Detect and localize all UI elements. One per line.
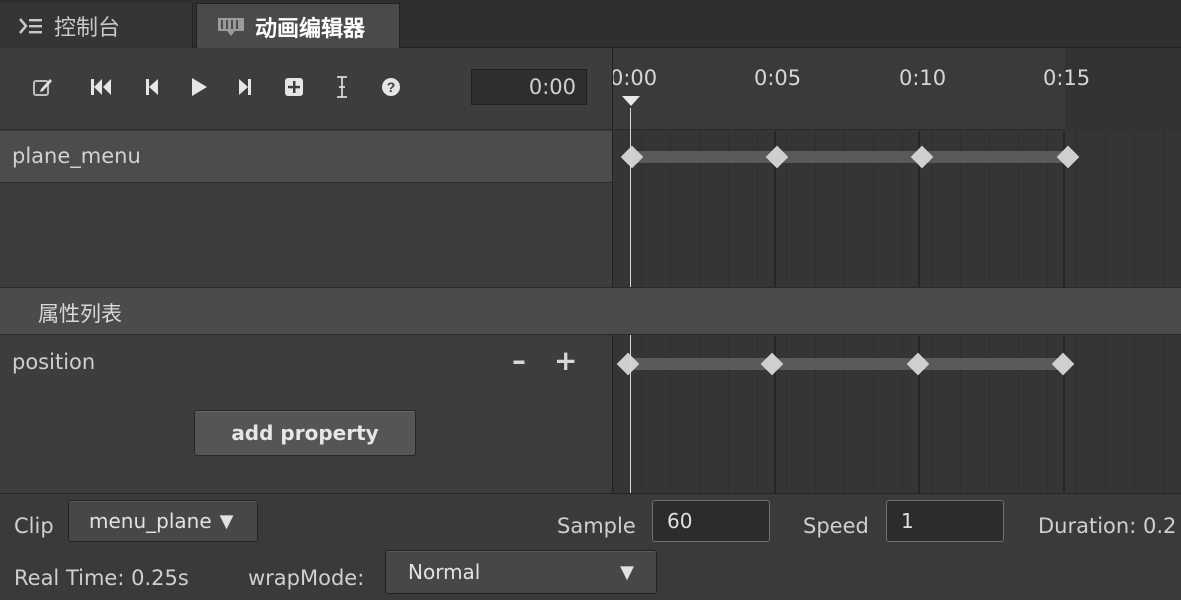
tab-animation-editor[interactable]: 动画编辑器 xyxy=(196,3,400,49)
remove-keyframe-button[interactable]: – xyxy=(512,344,526,377)
timeline-area[interactable]: 0:00 0:05 0:10 0:15 xyxy=(612,48,1181,493)
property-item-position[interactable]: position xyxy=(12,350,95,374)
tab-animation-editor-label: 动画编辑器 xyxy=(255,16,366,42)
add-keyframe-button[interactable] xyxy=(279,74,309,104)
tick-label: 0:05 xyxy=(754,66,802,90)
step-back-button[interactable] xyxy=(137,74,167,104)
console-icon xyxy=(18,17,44,35)
help-button[interactable]: ? xyxy=(376,74,406,104)
play-icon xyxy=(189,77,209,101)
node-list-empty-area xyxy=(0,183,612,286)
tab-console-label: 控制台 xyxy=(54,15,121,41)
svg-text:?: ? xyxy=(387,79,396,95)
step-forward-icon xyxy=(236,77,254,101)
tick-label: 0:15 xyxy=(1043,66,1091,90)
film-icon xyxy=(217,17,245,37)
node-row-plane-menu[interactable]: plane_menu xyxy=(0,131,612,183)
text-cursor-icon xyxy=(335,75,349,103)
edit-button[interactable] xyxy=(28,74,58,104)
property-track xyxy=(613,336,1181,493)
duration-label: Duration: 0.2 xyxy=(1038,514,1177,538)
step-back-icon xyxy=(143,77,161,101)
node-label: plane_menu xyxy=(12,144,141,168)
step-forward-button[interactable] xyxy=(230,74,260,104)
dropdown-arrow-icon: ▼ xyxy=(219,510,234,532)
wrapmode-label: wrapMode: xyxy=(248,566,365,590)
playhead-handle[interactable] xyxy=(622,96,640,106)
property-list-header: 属性列表 xyxy=(0,287,1181,335)
clip-select-value: menu_plane xyxy=(89,509,212,533)
keyframe-span xyxy=(628,358,1065,370)
play-button[interactable] xyxy=(184,74,214,104)
sample-label: Sample xyxy=(557,514,636,538)
clip-label: Clip xyxy=(14,514,54,538)
tab-console[interactable]: 控制台 xyxy=(0,3,193,48)
property-list-title: 属性列表 xyxy=(38,302,122,326)
clip-select[interactable]: menu_plane ▼ xyxy=(68,500,258,542)
speed-input[interactable]: 1 xyxy=(886,500,1004,542)
edit-icon xyxy=(32,76,54,102)
time-ruler[interactable]: 0:00 0:05 0:10 0:15 xyxy=(613,48,1181,130)
wrapmode-select-value: Normal xyxy=(408,560,481,584)
real-time-label: Real Time: 0.25s xyxy=(14,566,189,590)
help-icon: ? xyxy=(381,77,401,101)
dropdown-arrow-icon: ▼ xyxy=(620,561,634,583)
clip-settings-bar: Clip menu_plane ▼ Sample 60 Speed 1 Dura… xyxy=(0,493,1181,600)
current-time-field[interactable]: 0:00 xyxy=(471,69,587,105)
add-keyframe-icon xyxy=(284,77,304,101)
sample-input[interactable]: 60 xyxy=(652,500,770,542)
tab-bar: 控制台 动画编辑器 xyxy=(0,0,1181,49)
add-keyframe-property-button[interactable]: + xyxy=(554,344,577,377)
node-track xyxy=(613,131,1181,287)
tick-label: 0:00 xyxy=(612,66,658,90)
jump-to-start-button[interactable] xyxy=(86,74,116,104)
wrapmode-select[interactable]: Normal ▼ xyxy=(385,550,657,594)
tick-label: 0:10 xyxy=(899,66,947,90)
add-property-button[interactable]: add property xyxy=(194,410,416,456)
playback-toolbar: ? 0:00 xyxy=(0,48,612,130)
speed-label: Speed xyxy=(803,514,869,538)
jump-to-start-icon xyxy=(89,77,113,101)
property-list: position – + add property xyxy=(0,336,612,493)
keyframe-span xyxy=(632,151,1069,163)
add-event-button[interactable] xyxy=(327,74,357,104)
